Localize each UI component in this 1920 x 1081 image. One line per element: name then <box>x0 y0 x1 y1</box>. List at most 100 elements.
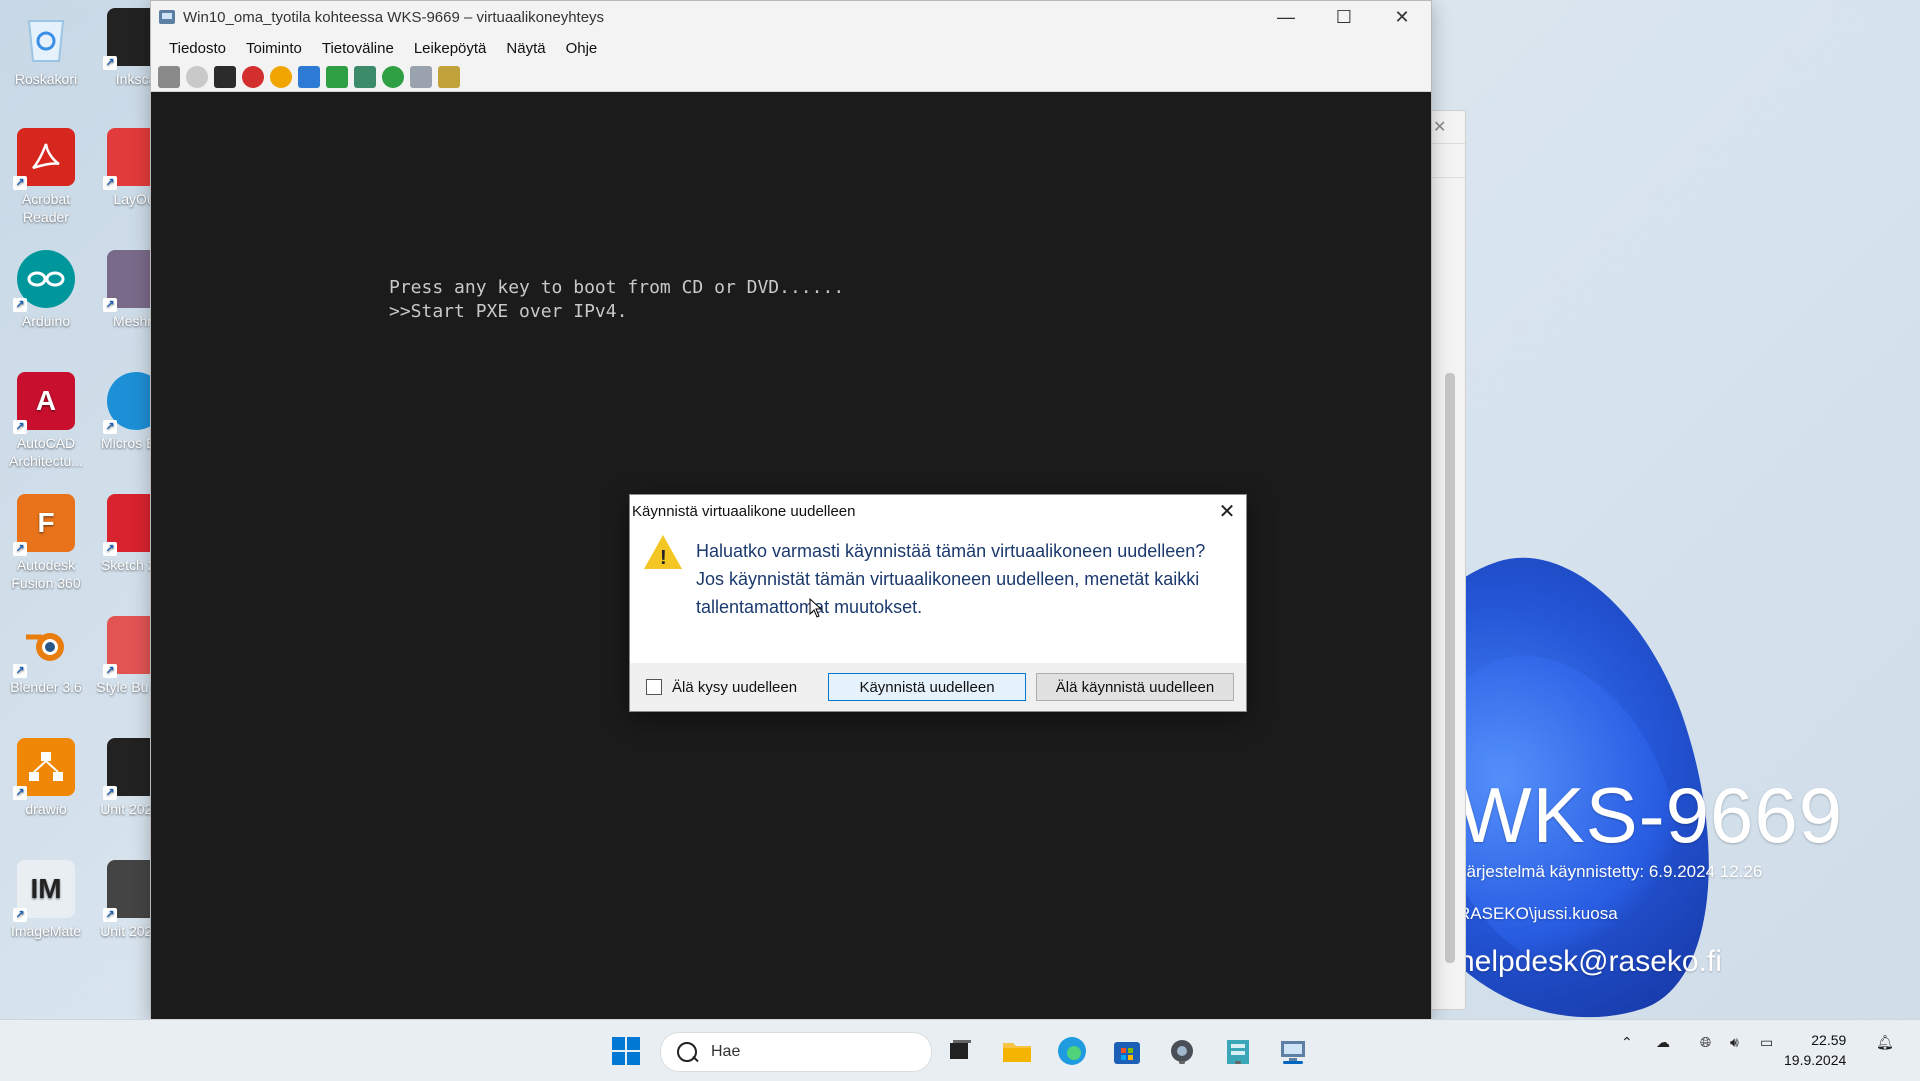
checkpoint-icon[interactable] <box>354 66 376 88</box>
battery-icon[interactable]: ▭ <box>1760 1034 1773 1051</box>
vmconnect-app-icon <box>159 10 175 24</box>
dialog-close-button[interactable]: ✕ <box>1208 495 1246 527</box>
desktop-icon-imagemate[interactable]: IM ↗ ImageMate <box>6 860 86 940</box>
taskbar-settings[interactable] <box>1165 1034 1199 1068</box>
shortcut-arrow-icon: ↗ <box>103 56 117 70</box>
shortcut-arrow-icon: ↗ <box>13 298 27 312</box>
divider <box>1429 177 1465 178</box>
console-line-pxe: >>Start PXE over IPv4. <box>389 301 628 322</box>
running-indicator <box>1235 1061 1241 1064</box>
active-indicator <box>1283 1061 1303 1064</box>
close-button[interactable]: ✕ <box>1373 1 1431 33</box>
folder-icon <box>1003 1043 1031 1062</box>
desktop-icon-fusion[interactable]: F ↗ Autodesk Fusion 360 <box>6 494 86 592</box>
search-placeholder: Hae <box>711 1043 741 1060</box>
menu-clipboard[interactable]: Leikepöytä <box>404 40 497 57</box>
desktop-icon-label: ImageMate <box>10 923 82 939</box>
shortcut-arrow-icon: ↗ <box>13 664 27 678</box>
shortcut-arrow-icon: ↗ <box>13 908 27 922</box>
start-icon[interactable] <box>186 66 208 88</box>
window-title: Win10_oma_tyotila kohteessa WKS-9669 – v… <box>183 8 605 26</box>
network-icon[interactable]: 🌐︎ <box>1700 1034 1711 1051</box>
show-hidden-icons-chevron-icon[interactable]: ⌃ <box>1621 1034 1633 1051</box>
taskbar-store[interactable] <box>1110 1034 1144 1068</box>
taskbar-file-explorer[interactable] <box>1000 1034 1034 1068</box>
taskbar-hyperv-manager[interactable] <box>1221 1034 1255 1068</box>
search-icon <box>677 1042 697 1062</box>
console-output: Press any key to boot from CD or DVD....… <box>389 276 844 324</box>
pause-icon[interactable] <box>298 66 320 88</box>
clock-time: 22.59 <box>1811 1032 1847 1048</box>
volume-icon[interactable]: 🔊︎ <box>1730 1034 1739 1051</box>
shortcut-arrow-icon: ↗ <box>103 664 117 678</box>
dont-ask-again-checkbox[interactable] <box>646 679 662 695</box>
recycle-bin-icon <box>17 8 75 66</box>
shut-down-icon[interactable] <box>242 66 264 88</box>
shortcut-arrow-icon: ↗ <box>13 786 27 800</box>
windows-logo-icon <box>612 1037 640 1065</box>
divider <box>1429 143 1465 144</box>
enhanced-session-icon[interactable] <box>410 66 432 88</box>
close-icon[interactable]: ✕ <box>1433 117 1446 137</box>
mouse-cursor-icon <box>809 598 823 618</box>
desktop-icon-label: drawio <box>25 801 67 817</box>
minimize-button[interactable]: — <box>1257 1 1315 33</box>
blender-icon: ↗ <box>13 616 75 678</box>
menu-media[interactable]: Tietoväline <box>312 40 404 57</box>
save-icon[interactable] <box>270 66 292 88</box>
desktop-icon-label: AutoCAD Architectu... <box>9 435 83 469</box>
shortcut-arrow-icon: ↗ <box>103 908 117 922</box>
dialog-title: Käynnistä virtuaalikone uudelleen <box>632 502 856 520</box>
taskbar-edge[interactable] <box>1055 1034 1089 1068</box>
clock-date: 19.9.2024 <box>1784 1052 1847 1068</box>
revert-icon[interactable] <box>382 66 404 88</box>
menu-help[interactable]: Ohje <box>556 40 608 57</box>
maximize-button[interactable]: ☐ <box>1315 1 1373 33</box>
desktop-icon-recycle-bin[interactable]: Roskakori <box>6 8 86 88</box>
desktop-icon-arduino[interactable]: ↗ Arduino <box>6 250 86 330</box>
acrobat-icon: ↗ <box>13 128 75 190</box>
dont-ask-again-label[interactable]: Älä kysy uudelleen <box>672 679 797 696</box>
dont-restart-button[interactable]: Älä käynnistä uudelleen <box>1036 673 1234 701</box>
restart-button[interactable]: Käynnistä uudelleen <box>828 673 1026 701</box>
imagemate-icon: IM ↗ <box>13 860 75 922</box>
desktop-icon-drawio[interactable]: ↗ drawio <box>6 738 86 818</box>
desktop-icon-label: Roskakori <box>14 71 78 87</box>
toolbar <box>151 63 1431 92</box>
task-view-button[interactable] <box>943 1034 977 1068</box>
window-titlebar[interactable]: Win10_oma_tyotila kohteessa WKS-9669 – v… <box>151 1 1431 33</box>
shortcut-arrow-icon: ↗ <box>103 786 117 800</box>
turn-off-icon[interactable] <box>214 66 236 88</box>
menu-action[interactable]: Toiminto <box>236 40 312 57</box>
scrollbar[interactable] <box>1445 373 1455 963</box>
arduino-icon: ↗ <box>13 250 75 312</box>
dialog-titlebar[interactable]: Käynnistä virtuaalikone uudelleen ✕ <box>630 495 1246 527</box>
taskbar-vmconnect[interactable] <box>1276 1034 1310 1068</box>
taskbar-clock[interactable]: 22.59 19.9.2024 <box>1784 1030 1846 1070</box>
autocad-glyph: A <box>35 385 57 416</box>
console-line-boot-cd: Press any key to boot from CD or DVD....… <box>389 277 845 298</box>
menu-view[interactable]: Näytä <box>496 40 555 57</box>
bginfo-helpdesk: helpdesk@raseko.fi <box>1458 945 1722 978</box>
desktop-icon-acrobat[interactable]: ↗ Acrobat Reader <box>6 128 86 226</box>
running-indicator <box>1179 1061 1185 1064</box>
notifications-icon[interactable]: 🔔︎ <box>1876 1034 1894 1051</box>
resume-icon[interactable] <box>326 66 348 88</box>
shortcut-arrow-icon: ↗ <box>103 298 117 312</box>
desktop-icon-label: Blender 3.6 <box>10 679 82 695</box>
share-icon[interactable] <box>438 66 460 88</box>
desktop-icon-blender[interactable]: ↗ Blender 3.6 <box>6 616 86 696</box>
bginfo-hostname: WKS-9669 <box>1458 771 1844 859</box>
autocad-icon: A ↗ <box>13 372 75 434</box>
taskbar-search[interactable]: Hae <box>660 1032 932 1072</box>
vm-screen[interactable]: Press any key to boot from CD or DVD....… <box>151 92 1431 1019</box>
shortcut-arrow-icon: ↗ <box>103 176 117 190</box>
start-button[interactable] <box>609 1034 643 1068</box>
menu-file[interactable]: Tiedosto <box>159 40 236 57</box>
dialog-footer: Älä kysy uudelleen Käynnistä uudelleen Ä… <box>630 663 1246 711</box>
ctrl-alt-del-icon[interactable] <box>158 66 180 88</box>
desktop-icon-autocad[interactable]: A ↗ AutoCAD Architectu... <box>6 372 86 470</box>
background-window[interactable]: ✕ <box>1428 110 1466 1010</box>
store-icon <box>1114 1042 1140 1064</box>
onedrive-icon[interactable]: ☁ <box>1656 1034 1670 1051</box>
